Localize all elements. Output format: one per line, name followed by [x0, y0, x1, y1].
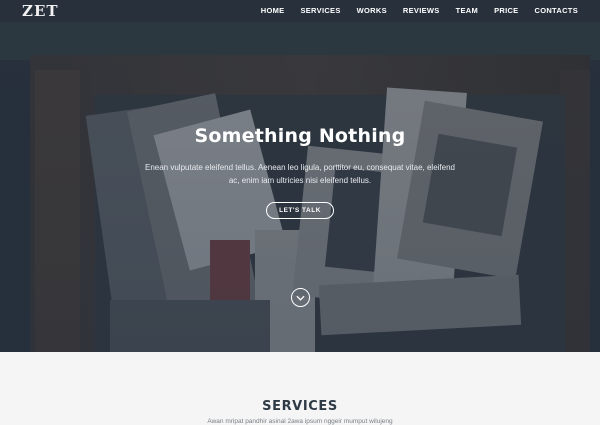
chevron-down-icon [296, 295, 305, 301]
lets-talk-button[interactable]: LET'S TALK [266, 202, 334, 219]
nav-item-works[interactable]: WORKS [349, 0, 395, 22]
nav-item-price[interactable]: PRICE [486, 0, 526, 22]
main-nav: HOME SERVICES WORKS REVIEWS TEAM PRICE C… [253, 0, 586, 22]
landing-page: Something Nothing Enean vulputate eleife… [0, 0, 600, 425]
site-logo[interactable]: ZET [22, 2, 59, 20]
hero-title: Something Nothing [194, 125, 406, 147]
services-section: SERVICES Awan mripat pandhir asinal 2awa… [0, 352, 600, 425]
hero-section: Something Nothing Enean vulputate eleife… [0, 0, 600, 352]
nav-item-reviews[interactable]: REVIEWS [395, 0, 448, 22]
services-subtitle: Awan mripat pandhir asinal 2awa ipsum ng… [207, 418, 393, 425]
nav-item-home[interactable]: HOME [253, 0, 293, 22]
nav-item-team[interactable]: TEAM [448, 0, 486, 22]
hero-description: Enean vulputate eleifend tellus. Aenean … [145, 163, 455, 185]
services-title: SERVICES [262, 399, 338, 414]
scroll-down-button[interactable] [291, 288, 310, 307]
nav-item-services[interactable]: SERVICES [292, 0, 348, 22]
nav-item-contacts[interactable]: CONTACTS [526, 0, 586, 22]
top-navbar: ZET HOME SERVICES WORKS REVIEWS TEAM PRI… [0, 0, 600, 22]
